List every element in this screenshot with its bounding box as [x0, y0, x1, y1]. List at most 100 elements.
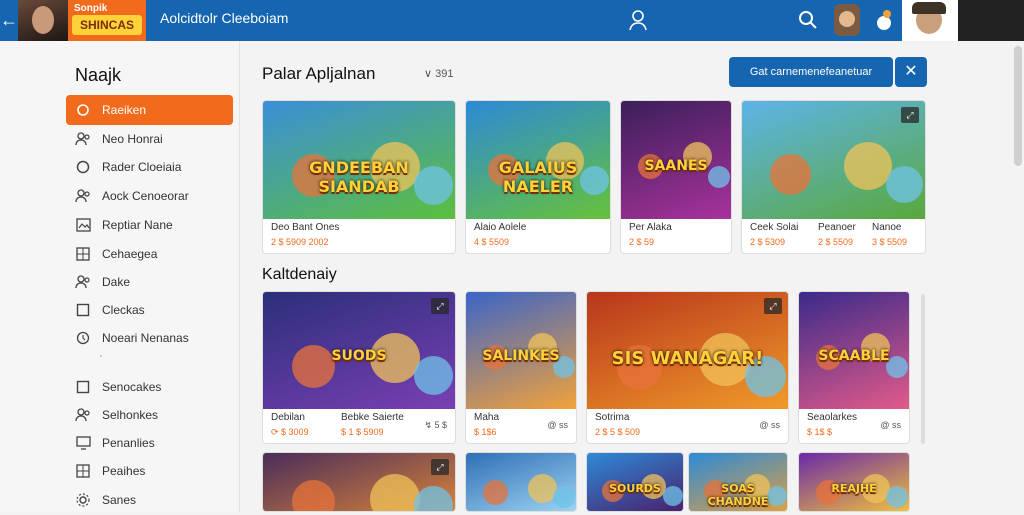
grid-icon	[74, 462, 92, 480]
game-artwork: ⤢	[263, 453, 455, 511]
game-price: $ 1$ $	[807, 427, 833, 437]
sidebar-item-label: Reptiar Nane	[102, 218, 173, 232]
sidebar-item-6[interactable]: Dake	[66, 267, 233, 297]
game-card-0[interactable]: SUODS ⤢ Debilan ⟳ $ 3009 Bebke Saierte $ 1 $ …	[262, 291, 456, 444]
sidebar-item-11[interactable]: Penanlies	[66, 428, 233, 458]
game-price: 2 $ 5309	[750, 237, 786, 247]
circle-icon	[74, 158, 92, 176]
expand-icon[interactable]: ⤢	[901, 107, 919, 123]
sidebar-item-3[interactable]: Aock Cenoeorar	[66, 181, 233, 211]
card-info: Ceek Solai 2 $ 5309 Peanoer 2 $ 5509 Nanoe 3 …	[742, 217, 925, 253]
sidebar-item-9[interactable]: Senocakes	[66, 372, 233, 402]
profile-avatar[interactable]	[18, 0, 68, 41]
game-card-2[interactable]: SIS WANAGAR! ⤢ Sotrima 2 $ 5 $ 509 @ ss	[586, 291, 789, 444]
game-art-title: SCAABLE	[818, 348, 890, 364]
sidebar-item-12[interactable]: Peaihes	[66, 456, 233, 486]
game-name: Ceek Solai	[750, 222, 799, 233]
account-avatar[interactable]	[902, 0, 958, 41]
sidebar-item-label: Noeari Nenanas	[102, 331, 189, 345]
expand-icon[interactable]: ⤢	[431, 298, 449, 314]
back-button[interactable]: ←	[0, 0, 18, 41]
game-artwork: SCAABLE	[799, 292, 909, 409]
card-info: Sotrima 2 $ 5 $ 509 @ ss	[587, 407, 788, 443]
people-icon	[74, 130, 92, 148]
featured-card-3[interactable]: ⤢ Ceek Solai 2 $ 5309 Peanoer 2 $ 5509 Nanoe 3…	[741, 100, 926, 254]
sidebar-divider	[100, 355, 102, 357]
game-name: Per Alaka	[629, 222, 672, 233]
sidebar: Naajk Raeiken Neo Honrai Rader Cloeiaia Aoc…	[0, 41, 240, 512]
result-count[interactable]: ∨ 391	[424, 67, 453, 80]
featured-card-1[interactable]: GALAIUS NAELER Alaio Aolele 4 $ 5509	[465, 100, 611, 254]
character-figure	[370, 474, 420, 511]
app-title: Aolcidtolr Cleeboiam	[160, 10, 289, 26]
sidebar-item-label: Peaihes	[102, 464, 146, 478]
game-price: $ 1 $ 5909	[341, 427, 384, 437]
sidebar-item-8[interactable]: Noeari Nenanas	[66, 323, 233, 353]
featured-card-0[interactable]: GNDEEBAN SIANDAB Deo Bant Ones 2 $ 5909 20…	[262, 100, 456, 254]
game-artwork: GNDEEBAN SIANDAB	[263, 101, 455, 219]
more-game-card-4[interactable]: REAJHE	[798, 452, 910, 512]
game-card-3[interactable]: SCAABLE Seaolarkes $ 1$ $ @ ss	[798, 291, 910, 444]
game-art-title: REAJHE	[831, 482, 877, 495]
friend-avatar[interactable]	[834, 4, 860, 36]
game-artwork: SOAS CHANDNE	[689, 453, 787, 511]
sidebar-item-10[interactable]: Selhonkes	[66, 400, 233, 430]
game-art-title: SAANES	[644, 158, 708, 174]
user-icon[interactable]	[628, 9, 648, 31]
sidebar-item-0[interactable]: Raeiken	[66, 95, 233, 125]
sidebar-item-label: Penanlies	[102, 436, 155, 450]
sidebar-item-label: Rader Cloeiaia	[102, 160, 182, 174]
game-name: Maha	[474, 412, 500, 423]
clock-icon	[74, 329, 92, 347]
game-price: ⟳ $ 3009	[271, 427, 309, 437]
sidebar-item-13[interactable]: Sanes	[66, 485, 233, 515]
monitor-icon	[74, 434, 92, 452]
game-card-1[interactable]: SALINKES Maha $ 1$6 @ ss	[465, 291, 577, 444]
game-artwork: SOURDS	[587, 453, 683, 511]
featured-card-2[interactable]: SAANES Per Alaka 2 $ 59	[620, 100, 732, 254]
rating-badge: @ ss	[880, 420, 901, 430]
sidebar-item-4[interactable]: Reptiar Nane	[66, 210, 233, 240]
more-game-card-1[interactable]	[465, 452, 577, 512]
app-logo[interactable]: Sonpik SHINCAS	[68, 0, 146, 41]
game-price: 2 $ 5509	[818, 237, 854, 247]
sidebar-title: Naajk	[75, 65, 122, 85]
card-info: Maha $ 1$6 @ ss	[466, 407, 576, 443]
notification-icon[interactable]	[874, 8, 894, 32]
section-scrollbar[interactable]	[921, 294, 925, 444]
game-art-title: SUODS	[331, 348, 387, 364]
sidebar-item-label: Aock Cenoeorar	[102, 189, 189, 203]
primary-action-button[interactable]: Gat carnemenefeanetuar	[729, 57, 893, 87]
game-price: 2 $ 59	[629, 237, 655, 247]
game-name: Sotrima	[595, 412, 630, 423]
sidebar-item-1[interactable]: Neo Honrai	[66, 124, 233, 154]
sidebar-item-label: Sanes	[102, 493, 137, 507]
scrollbar[interactable]	[1014, 46, 1022, 166]
game-artwork	[466, 453, 576, 511]
sidebar-item-5[interactable]: Cehaegea	[66, 239, 233, 269]
character-figure	[483, 480, 508, 505]
game-name: Bebke Saierte	[341, 412, 404, 423]
game-price: $ 1$6	[474, 427, 497, 437]
search-icon[interactable]	[798, 10, 818, 30]
more-game-card-3[interactable]: SOAS CHANDNE	[688, 452, 788, 512]
image-icon	[74, 216, 92, 234]
character-figure	[292, 480, 335, 511]
game-price: 4 $ 5509	[474, 237, 510, 247]
more-game-card-0[interactable]: ⤢	[262, 452, 456, 512]
game-name: Nanoe	[872, 222, 902, 233]
sidebar-item-7[interactable]: Cleckas	[66, 295, 233, 325]
sidebar-item-label: Senocakes	[102, 380, 162, 394]
sidebar-item-label: Raeiken	[102, 103, 147, 117]
game-artwork: REAJHE	[799, 453, 909, 511]
expand-icon[interactable]: ⤢	[431, 459, 449, 475]
sidebar-item-2[interactable]: Rader Cloeiaia	[66, 152, 233, 182]
game-artwork: ⤢	[742, 101, 925, 219]
square-icon	[74, 378, 92, 396]
more-game-card-2[interactable]: SOURDS	[586, 452, 684, 512]
top-bar: ← Sonpik SHINCAS Aolcidtolr Cleeboiam	[0, 0, 1024, 41]
game-artwork: GALAIUS NAELER	[466, 101, 610, 219]
people-icon	[74, 187, 92, 205]
close-button[interactable]: ✕	[895, 57, 927, 87]
expand-icon[interactable]: ⤢	[764, 298, 782, 314]
